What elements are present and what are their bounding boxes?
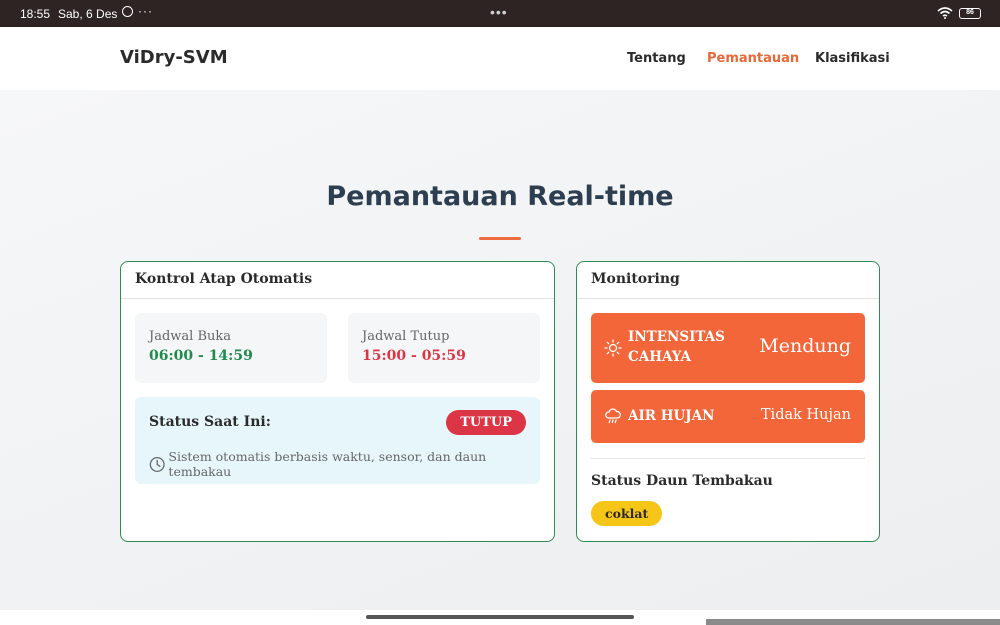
- battery-icon: 86: [959, 8, 981, 19]
- whatsapp-icon: [122, 6, 133, 17]
- sun-icon: [604, 339, 622, 357]
- clock-icon: [149, 456, 165, 472]
- open-schedule-value: 06:00 - 14:59: [149, 348, 253, 364]
- bottom-bar: [706, 619, 1000, 625]
- light-intensity-label: INTENSITAS CAHAYA: [628, 329, 725, 365]
- monitoring-section: Pemantauan Real-time Kontrol Atap Otomat…: [0, 90, 1000, 610]
- window-menu-icon[interactable]: •••: [490, 4, 508, 20]
- nav-link-pemantauan[interactable]: Pemantauan: [707, 51, 799, 66]
- more-notifications-icon: ···: [138, 4, 153, 18]
- nav-link-klasifikasi[interactable]: Klasifikasi: [815, 51, 890, 66]
- status-note-text: Sistem otomatis berbasis waktu, sensor, …: [168, 449, 487, 479]
- divider: [591, 458, 865, 459]
- home-indicator[interactable]: [366, 615, 634, 619]
- light-intensity-tile: INTENSITAS CAHAYA Mendung: [591, 313, 865, 383]
- close-schedule-label: Jadwal Tutup: [362, 329, 450, 344]
- cloud-rain-icon: [605, 408, 621, 424]
- monitoring-title: Monitoring: [577, 262, 879, 299]
- status-bar: 18:55 Sab, 6 Des ··· ••• 86: [0, 0, 1000, 27]
- nav-link-tentang[interactable]: Tentang: [627, 51, 686, 66]
- rain-label: AIR HUJAN: [628, 408, 715, 424]
- rain-value: Tidak Hujan: [760, 407, 851, 423]
- current-status-label: Status Saat Ini:: [149, 414, 271, 430]
- roof-control-title: Kontrol Atap Otomatis: [121, 262, 554, 299]
- rain-tile: AIR HUJAN Tidak Hujan: [591, 390, 865, 443]
- leaf-status-title: Status Daun Tembakau: [591, 473, 773, 489]
- open-schedule-label: Jadwal Buka: [149, 329, 232, 344]
- status-note: Sistem otomatis berbasis waktu, sensor, …: [149, 449, 540, 479]
- light-intensity-value: Mendung: [759, 335, 851, 357]
- roof-control-card: Kontrol Atap Otomatis Jadwal Buka 06:00 …: [120, 261, 555, 542]
- current-status-box: Status Saat Ini: TUTUP Sistem otomatis b…: [135, 397, 540, 484]
- wifi-icon: [937, 7, 953, 19]
- title-underline: [479, 237, 521, 240]
- leaf-status-badge: coklat: [591, 501, 663, 526]
- open-schedule-box: Jadwal Buka 06:00 - 14:59: [135, 313, 327, 383]
- status-time: 18:55: [20, 7, 51, 21]
- status-date: Sab, 6 Des: [58, 7, 118, 21]
- navbar: ViDry-SVM Tentang Pemantauan Klasifikasi: [0, 27, 1000, 90]
- monitoring-card: Monitoring INTENSITAS CAHAYA Mendung AIR…: [576, 261, 880, 542]
- brand-logo[interactable]: ViDry-SVM: [120, 47, 228, 68]
- close-schedule-box: Jadwal Tutup 15:00 - 05:59: [348, 313, 540, 383]
- page-title: Pemantauan Real-time: [326, 181, 674, 212]
- status-badge: TUTUP: [446, 410, 526, 435]
- close-schedule-value: 15:00 - 05:59: [362, 348, 466, 364]
